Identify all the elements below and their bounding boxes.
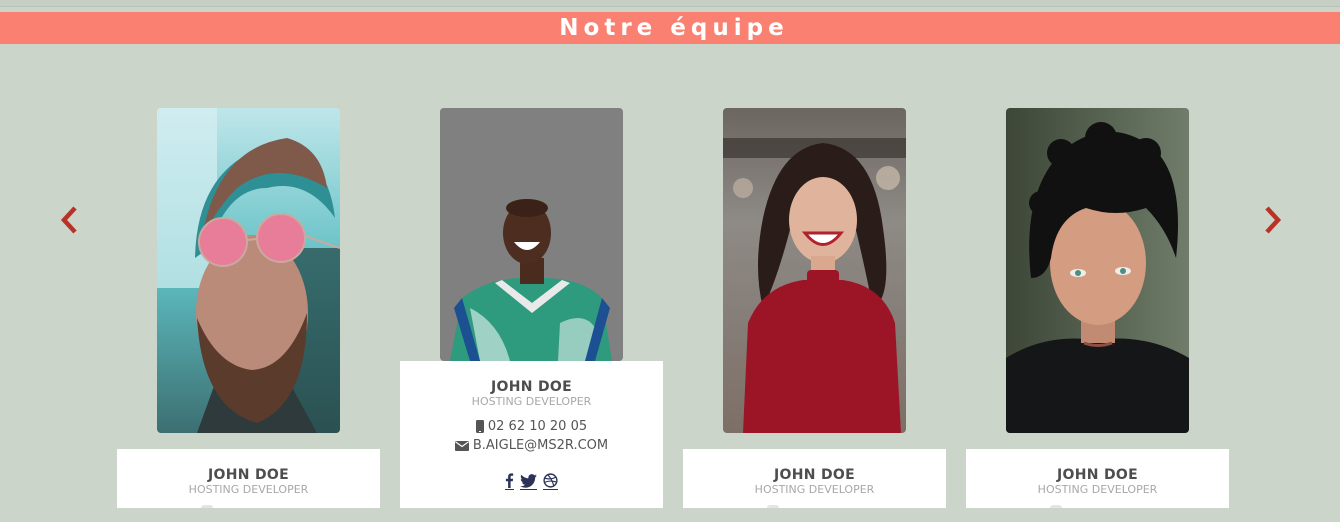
social-row-peek [1050,505,1062,508]
envelope-icon [454,440,469,451]
twitter-icon [520,474,537,488]
member-email[interactable]: B.AIGLE@MS2R.COM [400,439,663,452]
facebook-link[interactable] [505,473,514,490]
member-photo [723,108,906,433]
carousel-next-button[interactable] [1260,204,1284,236]
social-row-peek [767,505,779,508]
dribbble-link[interactable] [543,473,558,490]
member-photo [1006,108,1189,433]
member-info: JOHN DOE HOSTING DEVELOPER [117,449,380,508]
member-role: HOSTING DEVELOPER [1037,483,1158,496]
member-role: HOSTING DEVELOPER [754,483,875,496]
member-phone-text: 02 62 10 20 05 [487,419,588,434]
social-row-peek [201,505,213,508]
section-banner: Notre équipe [0,12,1340,44]
member-info: JOHN DOE HOSTING DEVELOPER 02 62 10 20 0… [400,361,663,508]
facebook-icon [505,473,514,488]
member-info: JOHN DOE HOSTING DEVELOPER [966,449,1229,508]
twitter-link[interactable] [520,474,537,490]
member-email-text: B.AIGLE@MS2R.COM [472,438,609,453]
member-name: JOHN DOE [491,379,572,395]
mobile-phone-icon [475,420,484,433]
member-role: HOSTING DEVELOPER [471,395,592,408]
chevron-right-icon [1265,206,1282,234]
carousel-prev-button[interactable] [58,204,82,236]
member-role: HOSTING DEVELOPER [188,483,309,496]
member-name: JOHN DOE [774,467,855,483]
member-info: JOHN DOE HOSTING DEVELOPER [683,449,946,508]
top-rule [0,0,1340,7]
member-photo [157,108,340,433]
chevron-left-icon [60,206,77,234]
member-photo [440,108,623,361]
member-name: JOHN DOE [1057,467,1138,483]
member-phone: 02 62 10 20 05 [400,420,663,433]
section-title: Notre équipe [559,14,789,41]
social-links [400,473,663,490]
dribbble-icon [543,473,558,488]
member-name: JOHN DOE [208,467,289,483]
